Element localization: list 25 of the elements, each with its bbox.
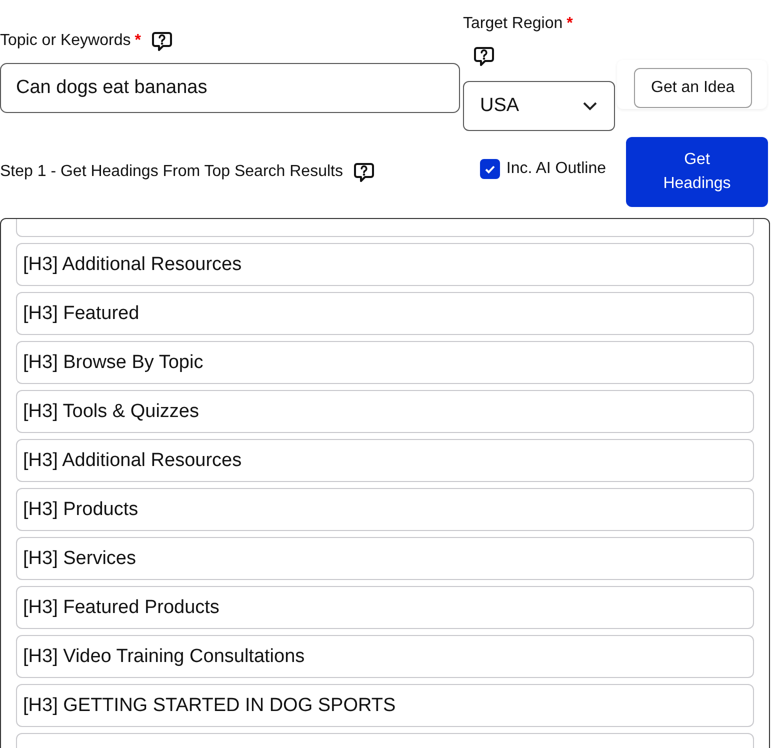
help-icon[interactable]	[352, 161, 375, 183]
heading-item[interactable]: [H3] Additional Resources	[16, 439, 754, 482]
help-icon[interactable]	[150, 30, 173, 52]
heading-item[interactable]: [H3] Products	[16, 488, 754, 531]
heading-item[interactable]: [H3] Featured	[16, 292, 754, 335]
heading-item[interactable]: [H3] Video Training Consultations	[16, 635, 754, 678]
region-label: Target Region	[463, 15, 563, 33]
heading-item[interactable]: [H3] Featured Products	[16, 586, 754, 629]
help-icon[interactable]	[473, 45, 495, 67]
heading-item[interactable]: [H3] GETTING STARTED IN DOG SPORTS	[16, 684, 754, 727]
region-select[interactable]: USA	[463, 81, 615, 131]
ai-outline-checkbox[interactable]	[480, 159, 500, 179]
required-mark: *	[566, 15, 573, 33]
ai-outline-label: Inc. AI Outline	[506, 160, 606, 178]
step-label: Step 1 - Get Headings From Top Search Results	[0, 163, 343, 181]
required-mark: *	[134, 32, 141, 50]
topic-input-field[interactable]: Can dogs eat bananas	[0, 63, 460, 113]
topic-label: Topic or Keywords	[0, 32, 131, 50]
get-idea-button[interactable]: Get an Idea	[634, 68, 752, 108]
heading-item[interactable]: [H3] Additional Resources	[16, 243, 754, 286]
chevron-down-icon	[582, 101, 598, 111]
heading-item[interactable]: [H3] Services	[16, 537, 754, 580]
heading-item[interactable]: [H3] Tools & Quizzes	[16, 390, 754, 433]
get-headings-button[interactable]: Get Headings	[626, 137, 768, 207]
heading-item[interactable]: [H3] Browse By Topic	[16, 341, 754, 384]
